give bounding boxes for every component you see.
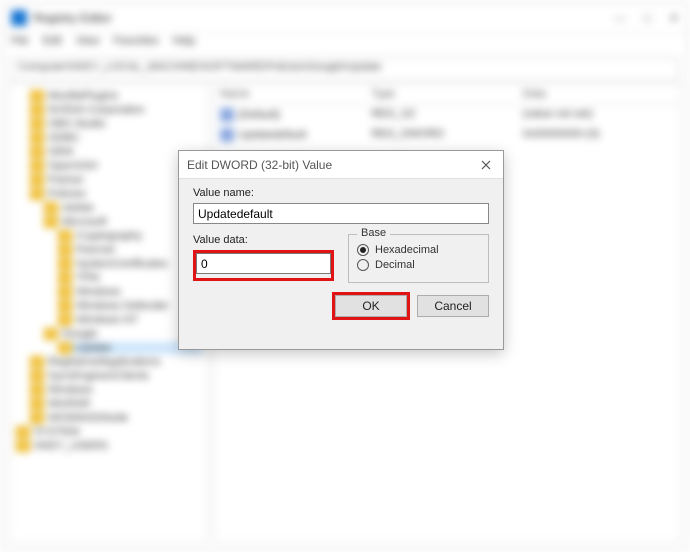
- cancel-button[interactable]: Cancel: [417, 295, 489, 317]
- folder-icon: [44, 328, 58, 340]
- dialog-close-button[interactable]: [477, 156, 495, 174]
- tree-item[interactable]: OpenSSH: [30, 160, 202, 172]
- folder-icon: [58, 342, 72, 354]
- close-icon: [481, 160, 491, 170]
- radio-decimal[interactable]: Decimal: [357, 259, 480, 271]
- tree-item[interactable]: MozillaPlugins: [30, 90, 202, 102]
- folder-icon: [30, 398, 44, 410]
- menu-favorites[interactable]: Favorites: [113, 35, 158, 53]
- menu-help[interactable]: Help: [173, 35, 196, 53]
- ok-button[interactable]: OK: [335, 295, 407, 317]
- menu-view[interactable]: View: [76, 35, 100, 53]
- window-close-icon[interactable]: ✕: [669, 11, 679, 25]
- menu-edit[interactable]: Edit: [43, 35, 62, 53]
- folder-icon: [30, 356, 44, 368]
- folder-icon: [58, 272, 72, 284]
- radio-hex-label: Hexadecimal: [375, 244, 439, 256]
- tree-item[interactable]: WinRAR: [30, 398, 202, 410]
- menubar: File Edit View Favorites Help: [3, 33, 687, 55]
- folder-icon: [44, 202, 58, 214]
- folder-icon: [30, 118, 44, 130]
- folder-icon: [30, 384, 44, 396]
- dialog-title: Edit DWORD (32-bit) Value: [187, 158, 332, 172]
- tree-item[interactable]: Windows: [30, 384, 202, 396]
- base-legend: Base: [357, 227, 390, 239]
- value-name-input[interactable]: [193, 203, 489, 224]
- folder-icon: [58, 244, 72, 256]
- window-titlebar: Registry Editor — □ ✕: [3, 3, 687, 33]
- folder-icon: [16, 440, 30, 452]
- folder-icon: [30, 370, 44, 382]
- tree-item[interactable]: NVIDIA Corporation: [30, 104, 202, 116]
- base-group: Base Hexadecimal Decimal: [348, 234, 489, 283]
- value-data-label: Value data:: [193, 234, 334, 246]
- folder-icon: [58, 314, 72, 326]
- edit-dword-dialog: Edit DWORD (32-bit) Value Value name: Va…: [178, 150, 504, 350]
- tree-item[interactable]: OEM: [30, 146, 202, 158]
- folder-icon: [30, 174, 44, 186]
- folder-icon: [44, 216, 58, 228]
- window-title: Registry Editor: [33, 11, 112, 25]
- folder-icon: [58, 300, 72, 312]
- string-value-icon: [220, 108, 234, 122]
- radio-hexadecimal[interactable]: Hexadecimal: [357, 244, 480, 256]
- tree-item[interactable]: Partner: [30, 174, 202, 186]
- app-icon: [11, 10, 27, 26]
- menu-file[interactable]: File: [11, 35, 29, 53]
- dword-value-icon: [220, 128, 234, 142]
- folder-icon: [30, 132, 44, 144]
- folder-icon: [30, 188, 44, 200]
- window-minimize-icon[interactable]: —: [614, 11, 626, 25]
- col-data[interactable]: Data: [523, 88, 674, 100]
- tree-item[interactable]: ODBC: [30, 132, 202, 144]
- folder-icon: [58, 230, 72, 242]
- folder-icon: [30, 412, 44, 424]
- tree-item[interactable]: SYSTEM: [16, 426, 202, 438]
- folder-icon: [58, 258, 72, 270]
- window-maximize-icon[interactable]: □: [644, 11, 651, 25]
- tree-item[interactable]: OBS Studio: [30, 118, 202, 130]
- folder-icon: [58, 286, 72, 298]
- value-name-label: Value name:: [193, 187, 489, 199]
- value-data-highlight: [193, 250, 334, 281]
- folder-icon: [30, 146, 44, 158]
- tree-item[interactable]: Policies: [30, 188, 202, 200]
- address-bar[interactable]: Computer\HKEY_LOCAL_MACHINE\SOFTWARE\Pol…: [11, 57, 679, 81]
- list-item[interactable]: Updatedefault REG_DWORD 0x00000000 (0): [214, 125, 680, 145]
- col-type[interactable]: Type: [371, 88, 522, 100]
- tree-item[interactable]: WOW6432Node: [30, 412, 202, 424]
- value-data-input[interactable]: [196, 253, 331, 274]
- folder-icon: [30, 90, 44, 102]
- tree-item[interactable]: RegisteredApplications: [30, 356, 202, 368]
- tree-item[interactable]: HKEY_USERS: [16, 440, 202, 452]
- col-name[interactable]: Name: [220, 88, 371, 100]
- tree-item[interactable]: SyncEngines\Clients: [30, 370, 202, 382]
- folder-icon: [30, 104, 44, 116]
- radio-dec-label: Decimal: [375, 259, 415, 271]
- folder-icon: [30, 160, 44, 172]
- folder-icon: [16, 426, 30, 438]
- list-item[interactable]: (Default) REG_SZ (value not set): [214, 105, 680, 125]
